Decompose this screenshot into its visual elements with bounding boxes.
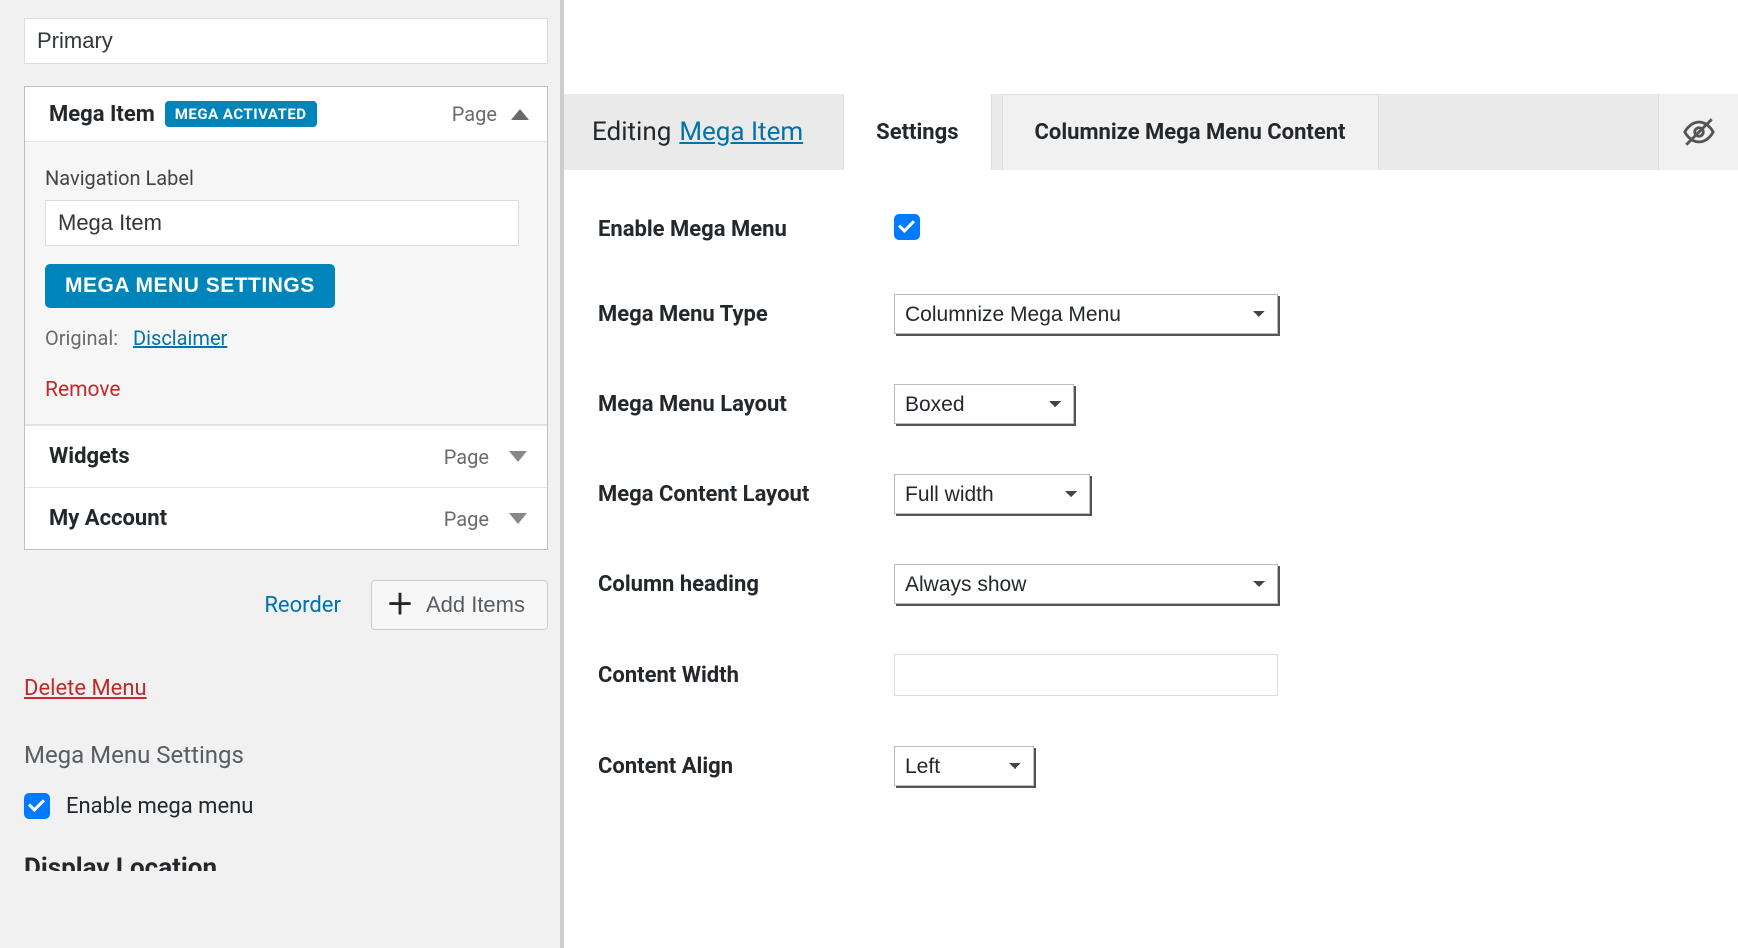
truncated-heading: Display Location	[24, 853, 532, 871]
label-enable-mega-menu: Enable Mega Menu	[598, 217, 894, 242]
select-column-heading[interactable]: Always show	[894, 564, 1278, 604]
tab-columnize[interactable]: Columnize Mega Menu Content	[1002, 94, 1379, 170]
original-link[interactable]: Disclaimer	[133, 326, 227, 350]
mega-activated-badge: MEGA ACTIVATED	[165, 101, 317, 127]
original-row: Original: Disclaimer	[45, 326, 527, 350]
chevron-down-icon	[509, 513, 527, 524]
enable-mega-menu-row[interactable]: Enable mega menu	[24, 793, 532, 819]
menu-item-header[interactable]: Mega Item MEGA ACTIVATED Page	[25, 87, 547, 142]
row-content-align: Content Align Left	[598, 746, 1704, 786]
editing-prefix: Editing	[592, 117, 671, 147]
settings-panel: Editing Mega Item Settings Columnize Meg…	[564, 0, 1738, 948]
menu-name-input[interactable]	[24, 18, 548, 64]
add-items-label: Add Items	[426, 592, 525, 618]
add-items-button[interactable]: ＋ Add Items	[371, 580, 548, 630]
row-mega-menu-type: Mega Menu Type Columnize Mega Menu	[598, 294, 1704, 334]
menu-item-title: Widgets	[49, 444, 130, 469]
chevron-down-icon	[509, 451, 527, 462]
label-mega-menu-type: Mega Menu Type	[598, 302, 894, 327]
nav-label-caption: Navigation Label	[45, 166, 527, 190]
original-label: Original:	[45, 326, 118, 350]
menu-item-type: Page	[452, 102, 497, 126]
label-mega-menu-layout: Mega Menu Layout	[598, 392, 894, 417]
eye-slash-icon	[1682, 115, 1716, 149]
select-mega-menu-type[interactable]: Columnize Mega Menu	[894, 294, 1278, 334]
menu-item-list: Mega Item MEGA ACTIVATED Page Navigation…	[24, 86, 548, 550]
label-content-width: Content Width	[598, 663, 894, 688]
menu-item-title: Mega Item	[49, 102, 155, 127]
chevron-up-icon	[511, 109, 529, 120]
enable-mega-menu-checkbox[interactable]	[24, 793, 50, 819]
row-content-width: Content Width	[598, 654, 1704, 696]
reorder-link[interactable]: Reorder	[264, 593, 341, 618]
menu-actions-row: Reorder ＋ Add Items	[24, 580, 548, 630]
input-content-width[interactable]	[894, 654, 1278, 696]
editing-label: Editing Mega Item	[592, 94, 843, 170]
row-mega-menu-layout: Mega Menu Layout Boxed	[598, 384, 1704, 424]
settings-body: Enable Mega Menu Mega Menu Type Columniz…	[564, 170, 1738, 880]
enable-mega-menu-checkbox-panel[interactable]	[894, 214, 920, 240]
delete-menu-link[interactable]: Delete Menu	[24, 676, 147, 701]
menu-item-body: Navigation Label MEGA MENU SETTINGS Orig…	[25, 142, 547, 425]
mega-menu-settings-heading: Mega Menu Settings	[24, 741, 532, 769]
row-enable-mega-menu: Enable Mega Menu	[598, 214, 1704, 244]
visibility-toggle[interactable]	[1658, 94, 1738, 170]
menu-item-type: Page	[444, 507, 489, 531]
menu-item-header[interactable]: My Account Page	[25, 487, 547, 549]
label-mega-content-layout: Mega Content Layout	[598, 482, 894, 507]
select-mega-menu-layout[interactable]: Boxed	[894, 384, 1074, 424]
plus-icon: ＋	[386, 591, 414, 619]
label-column-heading: Column heading	[598, 572, 894, 597]
label-content-align: Content Align	[598, 754, 894, 779]
tab-settings[interactable]: Settings	[843, 94, 991, 170]
remove-link[interactable]: Remove	[45, 378, 121, 402]
enable-mega-menu-label: Enable mega menu	[66, 794, 253, 819]
editing-item-link[interactable]: Mega Item	[679, 117, 803, 147]
row-column-heading: Column heading Always show	[598, 564, 1704, 604]
menu-item-header[interactable]: Widgets Page	[25, 425, 547, 487]
menu-item-type: Page	[444, 445, 489, 469]
tab-bar: Editing Mega Item Settings Columnize Meg…	[564, 94, 1738, 170]
select-content-align[interactable]: Left	[894, 746, 1034, 786]
mega-menu-settings-button[interactable]: MEGA MENU SETTINGS	[45, 264, 335, 308]
nav-label-input[interactable]	[45, 200, 519, 246]
sidebar: Mega Item MEGA ACTIVATED Page Navigation…	[0, 0, 560, 948]
row-mega-content-layout: Mega Content Layout Full width	[598, 474, 1704, 514]
select-mega-content-layout[interactable]: Full width	[894, 474, 1090, 514]
menu-item-title: My Account	[49, 506, 167, 531]
